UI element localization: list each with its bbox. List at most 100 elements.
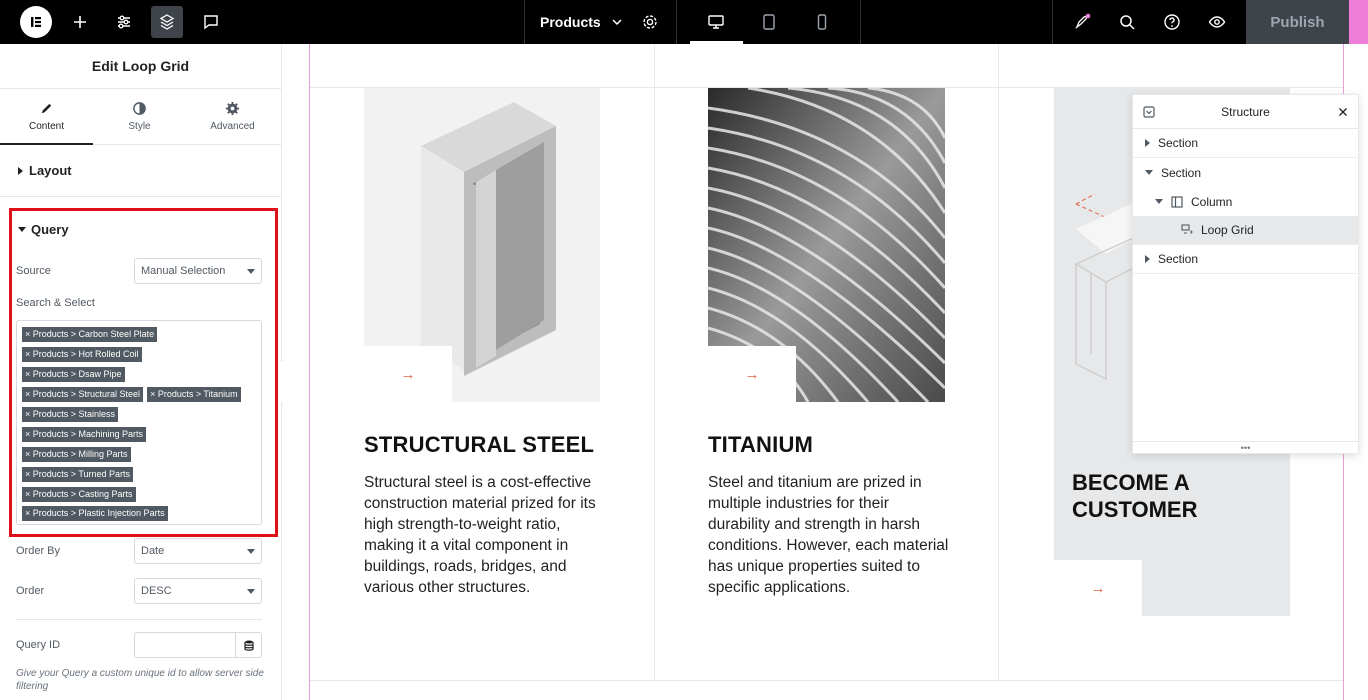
cta-arrow-link[interactable]: → <box>1054 560 1142 616</box>
container-outline-left <box>309 44 310 700</box>
page-selector[interactable]: Products <box>540 0 623 44</box>
whats-new-rocket-icon[interactable] <box>1068 0 1096 44</box>
selected-tag[interactable]: × Products > Machining Parts <box>22 426 147 442</box>
search-select-label: Search & Select <box>16 297 95 309</box>
panel-title: Edit Loop Grid <box>0 44 281 89</box>
selected-tag[interactable]: × Products > Dsaw Pipe <box>22 367 125 383</box>
gear-icon <box>225 101 240 116</box>
page-settings-gear-icon[interactable] <box>638 0 662 44</box>
query-id-label: Query ID <box>16 639 61 651</box>
structure-title: Structure <box>1221 104 1270 119</box>
structure-item-label: Section <box>1158 136 1199 150</box>
grid-divider <box>654 44 655 680</box>
selected-tag[interactable]: × Products > Structural Steel <box>22 387 144 403</box>
mobile-view-icon[interactable] <box>806 0 838 44</box>
layout-section-toggle[interactable]: Layout <box>0 145 281 197</box>
close-icon[interactable] <box>1338 107 1348 117</box>
caret-down-icon <box>247 549 255 554</box>
card-title: STRUCTURAL STEEL <box>364 432 595 457</box>
structure-item-loop-grid[interactable]: Loop Grid <box>1133 216 1358 245</box>
structure-panel: Structure Section Section Column Loop Gr… <box>1132 94 1359 454</box>
comments-icon[interactable] <box>197 0 225 44</box>
selected-tag[interactable]: × Products > Hot Rolled Coil <box>22 347 142 363</box>
selected-tag[interactable]: × Products > Turned Parts <box>22 466 134 482</box>
caret-down-icon <box>1145 170 1153 175</box>
selected-tag[interactable]: × Products > Casting Parts <box>22 486 136 502</box>
search-icon[interactable] <box>1113 0 1141 44</box>
layout-section-label: Layout <box>29 163 72 178</box>
cta-title: BECOME A CUSTOMER <box>1072 470 1198 522</box>
structure-item-label: Section <box>1158 252 1199 266</box>
page-name: Products <box>540 14 601 30</box>
dynamic-tags-database-icon[interactable] <box>235 633 261 657</box>
order-by-label: Order By <box>16 545 61 557</box>
arrow-right-icon: → <box>400 365 416 383</box>
selected-tag[interactable]: × Products > Titanium <box>147 387 241 403</box>
card-arrow-link[interactable]: → <box>708 346 796 402</box>
query-id-input[interactable] <box>134 632 262 658</box>
structure-item-section[interactable]: Section <box>1133 245 1358 274</box>
card-arrow-link[interactable]: → <box>364 346 452 402</box>
chevron-down-icon <box>612 19 622 26</box>
structure-item-label: Column <box>1191 194 1233 209</box>
site-settings-icon[interactable] <box>110 0 138 44</box>
order-value: DESC <box>141 585 172 597</box>
source-value: Manual Selection <box>141 265 226 277</box>
caret-down-icon <box>247 589 255 594</box>
help-icon[interactable] <box>1158 0 1186 44</box>
contrast-icon <box>133 102 146 115</box>
order-by-value: Date <box>141 545 165 557</box>
elementor-logo-icon[interactable] <box>20 6 52 38</box>
preview-eye-icon[interactable] <box>1203 0 1231 44</box>
collapse-structure-icon[interactable] <box>1143 106 1155 118</box>
order-by-select[interactable]: Date <box>134 538 262 564</box>
caret-down-icon <box>18 227 26 232</box>
tab-content[interactable]: Content <box>0 89 93 145</box>
structure-item-section[interactable]: Section <box>1133 129 1358 158</box>
panel-tabs: Content Style Advanced <box>0 89 281 145</box>
structure-item-label: Section <box>1161 165 1202 180</box>
desktop-view-icon[interactable] <box>700 0 732 44</box>
selected-tag[interactable]: × Products > Plastic Injection Parts <box>22 506 168 522</box>
arrow-right-icon: → <box>1090 579 1106 597</box>
caret-right-icon <box>1145 139 1150 147</box>
pencil-icon <box>41 103 52 114</box>
grid-divider <box>310 680 1343 681</box>
column-icon <box>1171 195 1183 208</box>
caret-down-icon <box>247 269 255 274</box>
selected-tag[interactable]: × Products > Carbon Steel Plate <box>22 327 158 343</box>
publish-button[interactable]: Publish <box>1246 0 1349 44</box>
order-label: Order <box>16 585 45 597</box>
structure-item-column[interactable]: Column <box>1133 187 1358 216</box>
structure-layers-icon[interactable] <box>151 6 183 38</box>
structure-header: Structure <box>1133 95 1358 129</box>
query-id-help-text: Give your Query a custom unique id to al… <box>16 668 264 692</box>
structure-resize-handle[interactable]: ••• <box>1133 441 1358 453</box>
source-select[interactable]: Manual Selection <box>134 258 262 284</box>
tablet-view-icon[interactable] <box>753 0 785 44</box>
selected-tag[interactable]: × Products > Milling Parts <box>22 446 131 462</box>
query-section-label: Query <box>31 222 69 237</box>
tab-style[interactable]: Style <box>93 89 186 144</box>
source-label: Source <box>16 265 51 277</box>
tab-style-label: Style <box>128 121 151 132</box>
selected-tag[interactable]: × Products > Stainless <box>22 407 119 422</box>
query-section-toggle[interactable]: Query <box>18 222 69 237</box>
order-select[interactable]: DESC <box>134 578 262 604</box>
loop-grid-icon <box>1181 224 1193 234</box>
card-description: Structural steel is a cost-effective con… <box>364 474 596 596</box>
card-title: TITANIUM <box>708 432 814 457</box>
caret-right-icon <box>1145 255 1150 263</box>
divider <box>16 619 262 620</box>
tab-content-label: Content <box>28 121 65 132</box>
caret-down-icon <box>1155 199 1163 204</box>
structure-item-section[interactable]: Section <box>1133 158 1358 187</box>
search-select-field[interactable]: × Products > Carbon Steel Plate × Produc… <box>16 320 262 525</box>
tab-advanced-label: Advanced <box>210 121 255 132</box>
tab-advanced[interactable]: Advanced <box>186 89 279 144</box>
structure-item-label: Loop Grid <box>1201 223 1254 237</box>
add-element-icon[interactable] <box>66 0 94 44</box>
publish-options-button[interactable] <box>1349 0 1368 44</box>
edit-panel: Edit Loop Grid Content Style Advanced La… <box>0 44 282 700</box>
card-description: Steel and titanium are prized in multipl… <box>708 474 949 596</box>
